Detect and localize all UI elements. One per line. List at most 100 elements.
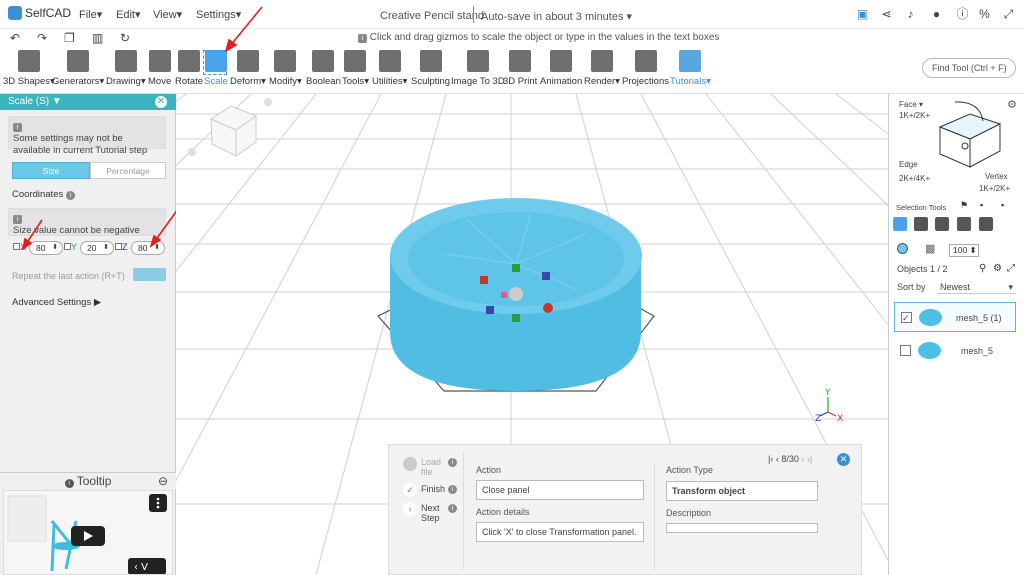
tool-projections[interactable]: Projections — [622, 50, 669, 87]
object-list-item[interactable]: mesh_5 — [894, 336, 1016, 366]
tool-move[interactable]: Move — [148, 50, 171, 87]
svg-text:‹ V: ‹ V — [134, 562, 148, 573]
next-step[interactable]: Next Step — [421, 503, 443, 523]
select-sphere-icon[interactable] — [897, 243, 908, 254]
collapse-tooltip-icon[interactable]: ⊖ — [158, 473, 168, 490]
last-step-icon[interactable]: ›| — [807, 454, 812, 464]
sort-select[interactable]: Newest ▾ — [938, 280, 1016, 294]
projections-icon — [634, 50, 657, 72]
vertex-mode-label[interactable]: Vertex — [985, 172, 1008, 181]
search-icon[interactable]: ⚲ — [979, 263, 986, 274]
tool-utilities[interactable]: Utilities▾ — [372, 50, 407, 87]
flag-icon[interactable]: ⚑ — [960, 200, 968, 211]
tool-scale[interactable]: Scale — [204, 50, 228, 87]
repeat-last-action-button[interactable] — [133, 268, 166, 281]
edge-mode-label[interactable]: Edge — [899, 160, 918, 169]
refresh-icon[interactable]: ↻ — [120, 31, 130, 45]
share-icon[interactable]: ⋖ — [879, 7, 894, 22]
logo[interactable]: SelfCAD — [8, 6, 71, 20]
finish-step[interactable]: Finish — [421, 484, 445, 494]
redo-icon[interactable]: ↷ — [37, 31, 47, 45]
settings-icon[interactable]: ⚙ — [993, 263, 1002, 274]
cube-icon — [17, 50, 40, 72]
selection-size-input[interactable]: 100 ⬍ — [949, 244, 979, 257]
trash-icon[interactable]: ▥ — [92, 31, 103, 45]
selection-mode-cube[interactable] — [925, 99, 1010, 179]
select-vertices-icon[interactable] — [957, 217, 971, 231]
select-edges-icon[interactable] — [935, 217, 949, 231]
selection-extra-icon-2[interactable]: ▪ — [1001, 200, 1004, 210]
object-name: mesh_5 — [961, 346, 994, 356]
select-solid-icon[interactable] — [979, 217, 993, 231]
vertex-keys-label: 1K+/2K+ — [979, 184, 1011, 193]
tool-3d-shapes[interactable]: 3D Shapes▾ — [3, 50, 55, 87]
info-icon: i — [64, 479, 74, 488]
undo-icon[interactable]: ↶ — [10, 31, 20, 45]
chevron-right-icon: › — [403, 502, 417, 516]
object-checkbox[interactable]: ✓ — [901, 312, 912, 323]
z-lock-checkbox[interactable]: Z — [115, 242, 128, 252]
object-list-item[interactable]: ✓ mesh_5 (1) — [894, 302, 1016, 332]
utilities-icon — [378, 50, 401, 72]
tool-generators[interactable]: Generators▾ — [52, 50, 104, 87]
percentage-mode-button[interactable]: Percentage — [90, 162, 166, 179]
info-icon: i — [13, 123, 22, 132]
size-mode-button[interactable]: Size — [12, 162, 90, 179]
selection-extra-icon[interactable]: ▪ — [980, 200, 983, 210]
tool-deform[interactable]: Deform▾ — [230, 50, 266, 87]
tool-rotate[interactable]: Rotate — [175, 50, 203, 87]
close-tutorial-button[interactable]: ✕ — [837, 453, 850, 466]
select-object-icon[interactable] — [893, 217, 907, 231]
deform-icon — [236, 50, 259, 72]
move-icon — [148, 50, 171, 72]
face-mode-label[interactable]: Face ▾ — [899, 100, 923, 109]
copy-icon[interactable]: ❐ — [64, 31, 75, 45]
first-step-icon[interactable]: |‹ — [768, 454, 773, 464]
tool-tutorials[interactable]: Tutorials▾ — [670, 50, 711, 87]
prev-step-icon[interactable]: ‹ — [776, 454, 779, 464]
tools-icon — [344, 50, 367, 72]
select-faces-icon[interactable] — [914, 217, 928, 231]
next-step-icon[interactable]: › — [801, 454, 804, 464]
action-type-field: Transform object — [666, 481, 818, 501]
tool-animation[interactable]: Animation — [540, 50, 582, 87]
modify-icon — [274, 50, 297, 72]
expand-icon[interactable]: ⤢ — [1007, 263, 1015, 274]
y-lock-checkbox[interactable]: Y — [64, 242, 77, 252]
drawing-icon — [114, 50, 137, 72]
close-scale-panel-button[interactable]: ✕ — [155, 96, 167, 108]
tool-render[interactable]: Render▾ — [584, 50, 620, 87]
tool-drawing[interactable]: Drawing▾ — [106, 50, 146, 87]
percent-icon[interactable]: % — [977, 7, 992, 22]
menu-edit[interactable]: Edit▾ — [116, 8, 141, 21]
menu-file[interactable]: File▾ — [79, 8, 102, 21]
tutorial-divider — [654, 462, 655, 570]
find-tool-input[interactable]: Find Tool (Ctrl + F) — [922, 58, 1016, 78]
tool-modify[interactable]: Modify▾ — [269, 50, 302, 87]
tool-sculpting[interactable]: Sculpting — [411, 50, 450, 87]
image-icon — [466, 50, 489, 72]
tutorial-divider — [463, 452, 464, 570]
printer-icon — [509, 50, 532, 72]
repeat-last-action-label: Repeat the last action (R+T) — [12, 271, 125, 281]
tooltip-video[interactable]: ‹ V — [3, 490, 173, 575]
autosave-status[interactable]: Auto-save in about 3 minutes ▾ — [481, 10, 632, 23]
info-icon[interactable]: ⓘ — [955, 7, 970, 22]
tool-3d-print[interactable]: 3D Print — [503, 50, 537, 87]
advanced-settings-toggle[interactable]: Advanced Settings ▶ — [12, 297, 101, 308]
y-size-input[interactable]: 20 ⬍ — [80, 241, 114, 255]
help-icon[interactable]: ● — [929, 7, 944, 22]
fullscreen-icon[interactable]: ⤢ — [1001, 7, 1016, 22]
save-icon[interactable]: ▣ — [855, 7, 870, 22]
load-file-step[interactable]: Load file — [421, 457, 443, 477]
object-name: mesh_5 (1) — [956, 313, 1002, 323]
render-icon — [590, 50, 613, 72]
object-checkbox[interactable] — [900, 345, 911, 356]
tool-boolean[interactable]: Boolean — [306, 50, 341, 87]
project-title[interactable]: Creative Pencil stand — [380, 10, 484, 22]
tool-tools[interactable]: Tools▾ — [342, 50, 369, 87]
tool-image-to-3d[interactable]: Image To 3D — [451, 50, 505, 87]
select-noise-icon[interactable]: ▩ — [925, 242, 935, 255]
menu-view[interactable]: View▾ — [153, 8, 182, 21]
bell-icon[interactable]: ♪ — [903, 7, 918, 22]
